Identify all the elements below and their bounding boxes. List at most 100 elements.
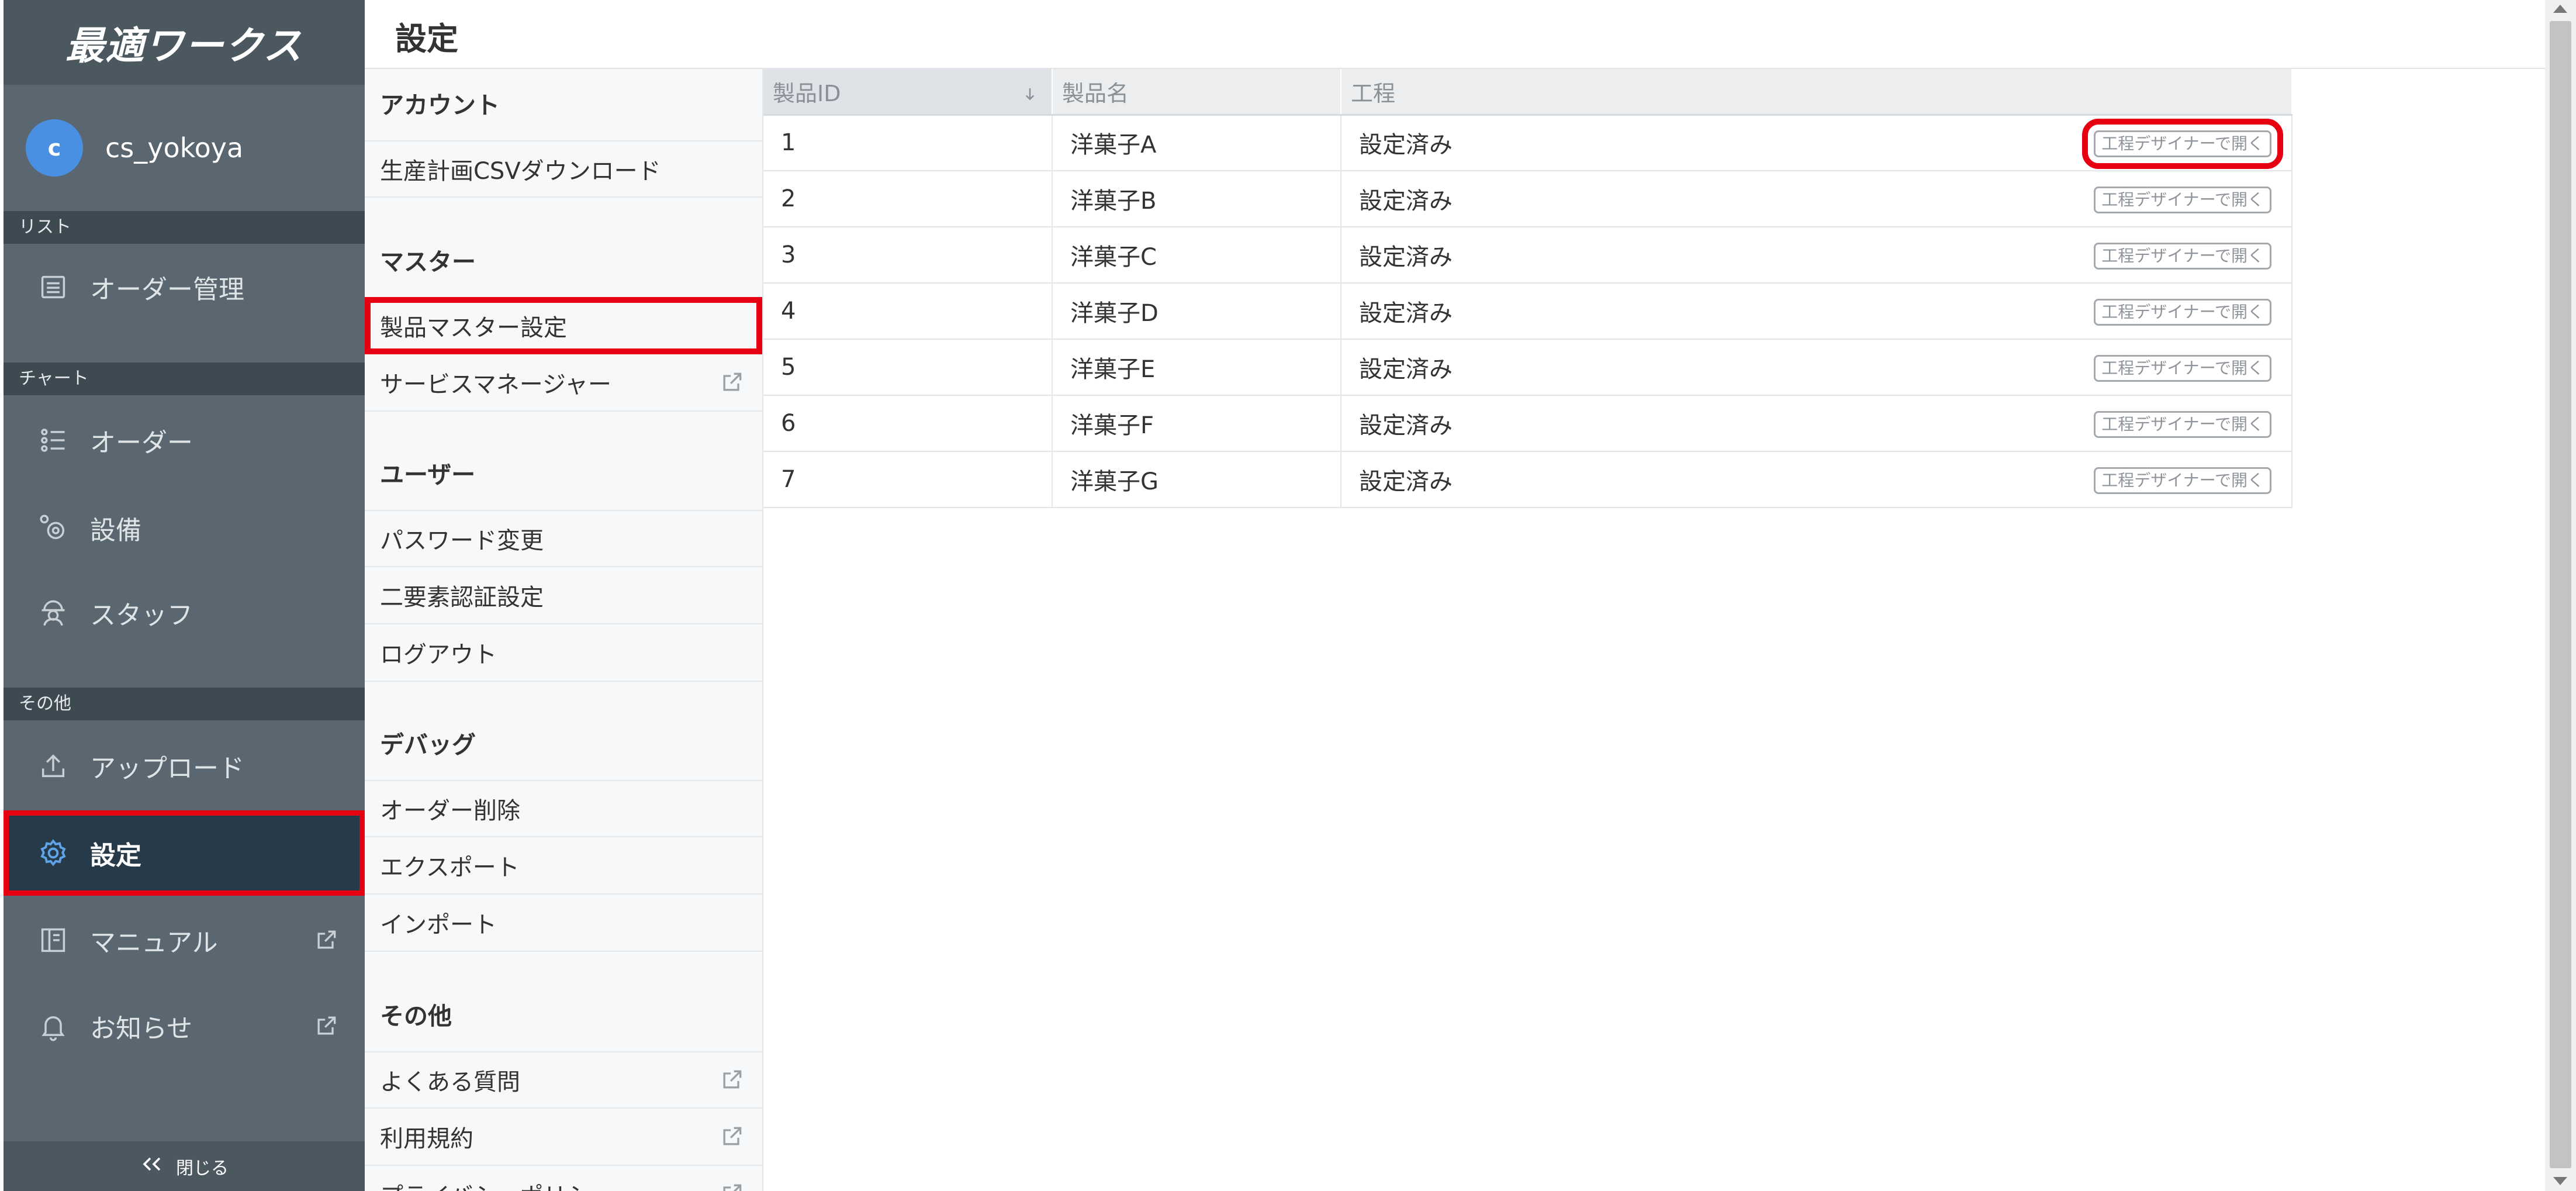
menu-item-product-master-settings[interactable]: 製品マスター設定 (365, 297, 762, 354)
sidebar-section-list: リスト (4, 211, 365, 244)
app-logo[interactable]: 最適ワークス (4, 0, 365, 85)
list-icon (36, 270, 70, 304)
menu-item-service-manager[interactable]: サービスマネージャー (365, 354, 762, 412)
open-in-process-designer-button[interactable]: 工程デザイナーで開く (2094, 467, 2271, 494)
sidebar-item-manual[interactable]: マニュアル (4, 897, 365, 983)
external-link-icon (313, 1013, 339, 1039)
column-header-product-id[interactable]: 製品ID (763, 69, 1053, 115)
sidebar-item-label: スタッフ (90, 600, 193, 630)
process-status: 設定済み (1359, 412, 1453, 439)
sidebar-item-label: お知らせ (90, 1014, 193, 1044)
cell-product-name: 洋菓子G (1052, 451, 1341, 508)
sidebar-item-label: オーダー管理 (90, 275, 244, 305)
table-row: 2 洋菓子B 設定済み 工程デザイナーで開く (763, 171, 2293, 227)
cell-product-id: 2 (763, 171, 1053, 227)
menu-item-label: プライバシーポリシー (380, 1177, 613, 1191)
table-row: 6 洋菓子F 設定済み 工程デザイナーで開く (763, 395, 2293, 452)
scroll-up-arrow-icon[interactable] (2553, 5, 2567, 13)
menu-item-delete-orders[interactable]: オーダー削除 (365, 780, 762, 837)
scroll-down-arrow-icon[interactable] (2553, 1177, 2567, 1185)
settings-menu: アカウント 生産計画CSVダウンロード マスター 製品マスター設定 サービスマネ… (365, 69, 763, 1191)
sidebar-item-equipment[interactable]: 設備 (4, 485, 365, 571)
process-status: 設定済み (1359, 188, 1453, 215)
settings-section-master: マスター (380, 248, 476, 276)
sidebar-item-label: アップロード (90, 754, 244, 783)
table-row: 7 洋菓子G 設定済み 工程デザイナーで開く (763, 451, 2293, 508)
cell-product-name: 洋菓子D (1052, 283, 1341, 340)
user-profile[interactable]: c cs_yokoya (4, 85, 365, 211)
bell-icon (36, 1009, 70, 1043)
staff-icon (36, 596, 70, 630)
cell-product-name: 洋菓子F (1052, 395, 1341, 452)
cell-product-id: 1 (763, 113, 1053, 171)
settings-section-debug: デバッグ (380, 731, 476, 759)
sidebar-item-settings[interactable]: 設定 (4, 810, 365, 896)
cell-process: 設定済み 工程デザイナーで開く (1341, 339, 2293, 396)
menu-item-label: サービスマネージャー (380, 371, 611, 398)
cell-product-id: 4 (763, 283, 1053, 340)
sidebar-item-order-management[interactable]: オーダー管理 (4, 244, 365, 330)
sidebar-item-label: 設備 (90, 516, 141, 546)
cell-process: 設定済み 工程デザイナーで開く (1341, 451, 2293, 508)
cell-product-name: 洋菓子E (1052, 339, 1341, 396)
collapse-sidebar-button[interactable]: 閉じる (4, 1141, 365, 1191)
page-title: 設定 (395, 20, 458, 57)
menu-item-logout[interactable]: ログアウト (365, 624, 762, 682)
open-in-process-designer-button[interactable]: 工程デザイナーで開く (2094, 243, 2271, 270)
sidebar: 最適ワークス c cs_yokoya リスト オーダー管理 チャート オーダー … (4, 0, 365, 1191)
column-header-process[interactable]: 工程 (1341, 69, 2293, 115)
menu-item-privacy-policy[interactable]: プライバシーポリシー (365, 1166, 762, 1191)
sidebar-item-label: オーダー (90, 428, 193, 458)
menu-item-production-plan-csv-download[interactable]: 生産計画CSVダウンロード (365, 140, 762, 198)
menu-item-label: 二要素認証設定 (380, 584, 544, 611)
scrollbar-thumb[interactable] (2550, 21, 2571, 1168)
settings-section-user: ユーザー (380, 461, 476, 489)
sidebar-item-label: マニュアル (90, 928, 218, 958)
sidebar-item-orders[interactable]: オーダー (4, 398, 365, 483)
menu-item-two-factor-auth[interactable]: 二要素認証設定 (365, 567, 762, 624)
table-row: 4 洋菓子D 設定済み 工程デザイナーで開く (763, 283, 2293, 340)
cell-product-id: 7 (763, 451, 1053, 508)
column-header-product-name[interactable]: 製品名 (1052, 69, 1341, 115)
process-status: 設定済み (1359, 356, 1453, 383)
cell-product-name: 洋菓子C (1052, 227, 1341, 284)
column-header-label: 製品名 (1062, 80, 1129, 106)
vertical-scrollbar[interactable] (2545, 0, 2576, 1191)
menu-item-change-password[interactable]: パスワード変更 (365, 510, 762, 567)
process-status: 設定済み (1359, 244, 1453, 271)
menu-item-import[interactable]: インポート (365, 895, 762, 952)
cell-product-name: 洋菓子B (1052, 171, 1341, 227)
sidebar-item-upload[interactable]: アップロード (4, 723, 365, 809)
table-row: 1 洋菓子A 設定済み 工程デザイナーで開く (763, 113, 2293, 171)
menu-item-label: 生産計画CSVダウンロード (380, 158, 661, 185)
open-in-process-designer-button[interactable]: 工程デザイナーで開く (2094, 355, 2271, 382)
sidebar-item-label: 設定 (90, 841, 141, 871)
menu-item-label: よくある質問 (380, 1069, 520, 1096)
open-in-process-designer-button[interactable]: 工程デザイナーで開く (2082, 119, 2283, 170)
menu-item-label: オーダー削除 (380, 798, 520, 824)
menu-item-terms-of-service[interactable]: 利用規約 (365, 1109, 762, 1166)
open-in-process-designer-button[interactable]: 工程デザイナーで開く (2094, 299, 2271, 326)
column-header-label: 工程 (1351, 80, 1396, 106)
cell-product-id: 6 (763, 395, 1053, 452)
menu-item-faq[interactable]: よくある質問 (365, 1051, 762, 1109)
open-in-process-designer-button[interactable]: 工程デザイナーで開く (2094, 411, 2271, 438)
menu-item-label: 利用規約 (380, 1126, 473, 1152)
double-chevron-left-icon (140, 1156, 165, 1177)
process-status: 設定済み (1359, 468, 1453, 495)
cell-process: 設定済み 工程デザイナーで開く (1341, 227, 2293, 284)
external-link-icon (313, 927, 339, 953)
sidebar-item-staff[interactable]: スタッフ (4, 570, 365, 655)
menu-item-export[interactable]: エクスポート (365, 837, 762, 895)
sidebar-item-notifications[interactable]: お知らせ (4, 983, 365, 1069)
book-icon (36, 923, 70, 957)
open-in-process-designer-button[interactable]: 工程デザイナーで開く (2094, 187, 2271, 213)
table-header-row: 製品ID 製品名 工程 (763, 69, 2293, 115)
table-row: 5 洋菓子E 設定済み 工程デザイナーで開く (763, 339, 2293, 396)
external-link-icon (719, 1124, 745, 1149)
process-status: 設定済み (1359, 300, 1453, 327)
menu-item-label: 製品マスター設定 (380, 315, 567, 341)
menu-item-label: ログアウト (380, 641, 497, 668)
username: cs_yokoya (105, 132, 244, 164)
gears-icon (36, 511, 70, 545)
